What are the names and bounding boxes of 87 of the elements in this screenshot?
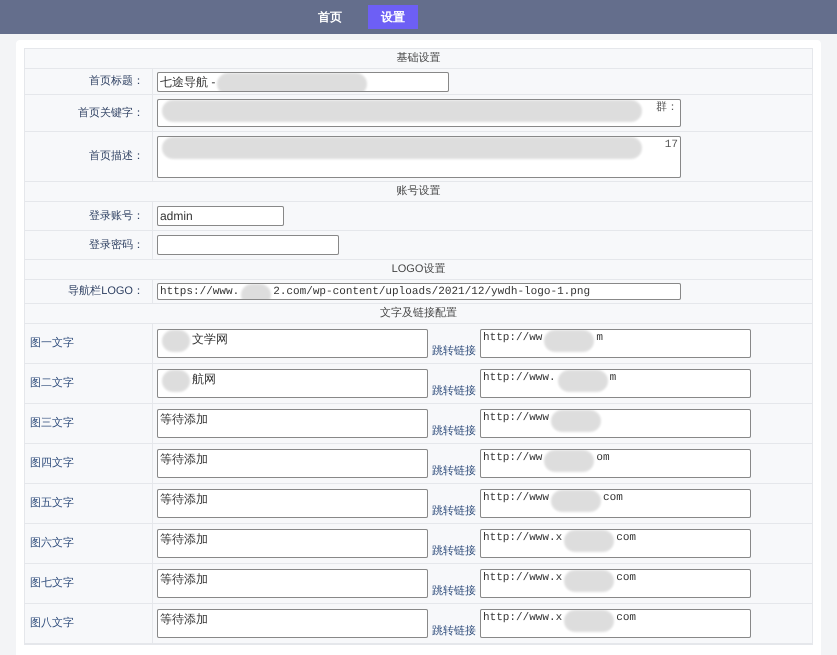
password-field[interactable] (157, 235, 339, 255)
text-area[interactable]: 等待添加 (157, 489, 428, 518)
text-area[interactable]: 等待添加 (157, 449, 428, 478)
field-label: 登录账号： (89, 208, 144, 224)
link-label: 跳转链接 (432, 504, 476, 518)
field-value: https://www. (160, 285, 240, 299)
input-field[interactable]: admin (157, 206, 284, 226)
field-label: 首页标题： (89, 74, 144, 90)
link-label: 跳转链接 (432, 384, 476, 398)
field-label: 登录密码： (89, 238, 144, 253)
redaction-blur (564, 570, 614, 592)
field-value: com (616, 611, 636, 626)
text-area[interactable]: 文学网 (157, 329, 428, 358)
field-value: m (596, 331, 604, 346)
input-field[interactable]: 七途导航 - (157, 72, 449, 92)
field-value: com (603, 491, 623, 506)
field-value: 航网 (192, 371, 216, 388)
text-area[interactable]: 航网 (157, 369, 428, 398)
nav-tab[interactable]: 设置 (368, 5, 418, 29)
field-value: 17 (664, 138, 678, 152)
field-value: http://www.x (483, 531, 562, 546)
text-area[interactable]: http://www com (480, 489, 751, 518)
link-label: 跳转链接 (432, 584, 476, 598)
section-heading: 基础设置 (396, 51, 440, 66)
field-value: 等待添加 (160, 531, 208, 548)
text-area[interactable]: http://www.x com (480, 569, 751, 598)
redaction-blur (558, 370, 608, 392)
field-label: 图四文字 (30, 456, 74, 472)
redaction-blur (564, 610, 614, 632)
field-label: 图二文字 (30, 376, 74, 392)
field-value: http://www (483, 411, 550, 426)
field-label: 导航栏LOGO： (68, 284, 144, 300)
field-label: 首页关键字： (78, 106, 144, 121)
nav-tab[interactable]: 首页 (305, 5, 355, 29)
text-area[interactable]: 等待添加 (157, 529, 428, 558)
redaction-blur (544, 450, 594, 472)
field-value: com (616, 531, 636, 546)
field-label: 图七文字 (30, 576, 74, 592)
text-area[interactable]: http://www.x com (480, 609, 751, 638)
redaction-blur (564, 530, 614, 552)
field-label: 图三文字 (30, 416, 74, 432)
section-heading: 文字及链接配置 (380, 306, 457, 322)
redaction-blur (551, 410, 602, 432)
text-area[interactable]: http://www. m (480, 369, 751, 398)
text-area[interactable]: http://www.x com (480, 529, 751, 558)
field-value: 群： (656, 100, 678, 116)
text-area[interactable]: 等待添加 (157, 569, 428, 598)
field-value: m (610, 371, 616, 386)
link-label: 跳转链接 (432, 424, 476, 438)
field-label: 图一文字 (30, 336, 74, 352)
text-area[interactable]: http://ww om (480, 449, 751, 478)
field-value: com (616, 571, 636, 586)
text-area[interactable]: 等待添加 (157, 409, 428, 438)
field-value: http://ww (483, 331, 542, 346)
field-value: http://www.x (483, 611, 562, 626)
text-area[interactable]: 等待添加 (157, 609, 428, 638)
field-value: http://www.x (483, 571, 562, 586)
field-value: 2.com/wp-content/uploads/2021/12/ywdh-logo-1.png (273, 285, 590, 299)
field-value: http://www. (483, 371, 556, 386)
field-value: 等待添加 (160, 411, 208, 428)
field-label: 首页描述： (89, 149, 144, 164)
field-label: 图八文字 (30, 616, 74, 632)
link-label: 跳转链接 (432, 624, 476, 638)
link-label: 跳转链接 (432, 544, 476, 558)
field-value: http://ww (483, 451, 542, 466)
field-value: 等待添加 (160, 451, 208, 468)
field-value: 等待添加 (160, 571, 208, 588)
text-area[interactable]: https://www. 2.com/wp-content/uploads/2021/12/ywdh-logo-1.png (157, 283, 681, 300)
redaction-blur (544, 330, 594, 352)
field-label: 图五文字 (30, 496, 74, 512)
link-label: 跳转链接 (432, 464, 476, 478)
field-value: http://www (483, 491, 550, 506)
section-heading: 账号设置 (396, 184, 440, 200)
link-label: 跳转链接 (432, 344, 476, 358)
text-area[interactable]: http://www (480, 409, 751, 438)
field-label: 图六文字 (30, 536, 74, 552)
text-area[interactable]: 17 (157, 136, 681, 178)
redaction-blur (551, 490, 602, 512)
field-value: 等待添加 (160, 491, 208, 508)
text-area[interactable]: http://ww m (480, 329, 751, 358)
section-heading: LOGO设置 (392, 262, 446, 278)
field-value: 等待添加 (160, 611, 208, 628)
field-value: 七途导航 - (160, 74, 216, 90)
field-value: admin (160, 208, 193, 225)
text-area[interactable]: 群： (157, 99, 681, 127)
field-value: om (596, 451, 610, 466)
field-value: 文学网 (192, 331, 228, 348)
